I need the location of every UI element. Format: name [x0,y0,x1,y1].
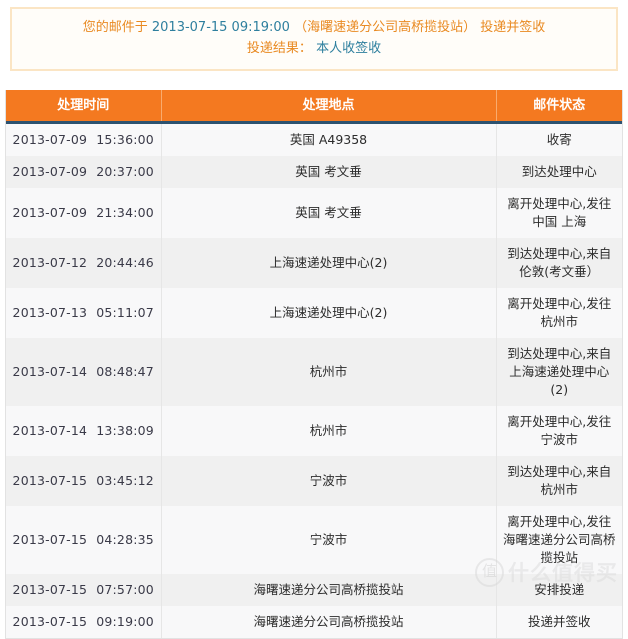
column-header-state: 邮件状态 [496,90,622,124]
notice-line-2: 投递结果： 本人收签收 [18,39,610,59]
notice-datetime: 2013-07-15 09:19:00 [151,20,290,35]
cell-mail-state: 到达处理中心,来自伦敦(考文垂） [496,238,622,288]
cell-date: 2013-07-14 [12,423,88,438]
cell-processing-place: 海曙速递分公司高桥揽投站 [161,606,497,638]
cell-processing-place: 上海速递处理中心(2) [161,288,497,338]
cell-date: 2013-07-09 [12,164,88,179]
cell-time: 20:44:46 [96,255,154,270]
tracking-table-container: 处理时间 处理地点 邮件状态 2013-07-09 15:36:00 英国 A493… [5,90,623,639]
cell-date: 2013-07-15 [12,614,88,629]
cell-processing-place: 英国 考文垂 [161,156,497,188]
cell-time: 04:28:35 [96,532,154,547]
table-row: 2013-07-15 07:57:00 海曙速递分公司高桥揽投站 安排投递 [6,574,622,606]
notice-location: （海曙速递分公司高桥揽投站） [294,20,477,35]
column-header-place: 处理地点 [161,90,497,124]
notice-result-value: 本人收签收 [316,41,382,56]
cell-date: 2013-07-12 [12,255,88,270]
cell-mail-state: 投递并签收 [496,606,622,638]
cell-processing-time: 2013-07-14 13:38:09 [6,406,162,456]
cell-processing-time: 2013-07-15 04:28:35 [6,506,162,574]
cell-time: 08:48:47 [96,364,154,379]
cell-mail-state: 到达处理中心 [496,156,622,188]
notice-result-label: 投递结果： [246,41,312,56]
table-row: 2013-07-09 21:34:00 英国 考文垂 离开处理中心,发往中国 上海 [6,188,622,238]
cell-time: 09:19:00 [96,614,154,629]
cell-date: 2013-07-15 [12,532,88,547]
table-row: 2013-07-13 05:11:07 上海速递处理中心(2) 离开处理中心,发往杭州… [6,288,622,338]
table-row: 2013-07-14 13:38:09 杭州市 离开处理中心,发往宁波市 [6,406,622,456]
table-row: 2013-07-09 20:37:00 英国 考文垂 到达处理中心 [6,156,622,188]
table-row: 2013-07-14 08:48:47 杭州市 到达处理中心,来自上海速递处理中心(2… [6,338,622,406]
table-row: 2013-07-15 04:28:35 宁波市 离开处理中心,发往海曙速递分公司高桥揽… [6,506,622,574]
cell-processing-time: 2013-07-14 08:48:47 [6,338,162,406]
table-header-row: 处理时间 处理地点 邮件状态 [6,90,622,124]
cell-time: 13:38:09 [96,423,154,438]
cell-processing-time: 2013-07-09 15:36:00 [6,122,162,156]
cell-processing-place: 宁波市 [161,506,497,574]
notice-suffix: 投递并签收 [480,20,546,35]
cell-processing-place: 宁波市 [161,456,497,506]
cell-date: 2013-07-09 [12,205,88,220]
column-header-time: 处理时间 [6,90,162,124]
cell-time: 15:36:00 [96,132,154,147]
notice-line-1: 您的邮件于 2013-07-15 09:19:00 （海曙速递分公司高桥揽投站）… [18,18,610,38]
cell-time: 20:37:00 [96,164,154,179]
cell-mail-state: 离开处理中心,发往中国 上海 [496,188,622,238]
cell-processing-time: 2013-07-15 03:45:12 [6,456,162,506]
cell-processing-place: 英国 A49358 [161,122,497,156]
cell-mail-state: 离开处理中心,发往宁波市 [496,406,622,456]
cell-processing-place: 英国 考文垂 [161,188,497,238]
delivery-notice-banner: 您的邮件于 2013-07-15 09:19:00 （海曙速递分公司高桥揽投站）… [10,7,618,71]
cell-processing-time: 2013-07-15 07:57:00 [6,574,162,606]
cell-date: 2013-07-09 [12,132,88,147]
table-row: 2013-07-09 15:36:00 英国 A49358 收寄 [6,122,622,156]
cell-mail-state: 到达处理中心,来自杭州市 [496,456,622,506]
cell-date: 2013-07-15 [12,473,88,488]
table-row: 2013-07-15 03:45:12 宁波市 到达处理中心,来自杭州市 [6,456,622,506]
cell-date: 2013-07-15 [12,582,88,597]
cell-date: 2013-07-13 [12,305,88,320]
cell-processing-place: 杭州市 [161,406,497,456]
cell-processing-time: 2013-07-15 09:19:00 [6,606,162,638]
cell-processing-time: 2013-07-13 05:11:07 [6,288,162,338]
cell-mail-state: 离开处理中心,发往杭州市 [496,288,622,338]
tracking-table-body: 2013-07-09 15:36:00 英国 A49358 收寄 2013-07-09 2… [6,122,622,638]
cell-date: 2013-07-14 [12,364,88,379]
cell-processing-place: 海曙速递分公司高桥揽投站 [161,574,497,606]
cell-processing-place: 杭州市 [161,338,497,406]
cell-processing-time: 2013-07-12 20:44:46 [6,238,162,288]
cell-mail-state: 收寄 [496,122,622,156]
cell-mail-state: 安排投递 [496,574,622,606]
cell-mail-state: 到达处理中心,来自上海速递处理中心(2) [496,338,622,406]
cell-time: 07:57:00 [96,582,154,597]
cell-time: 05:11:07 [96,305,154,320]
cell-processing-place: 上海速递处理中心(2) [161,238,497,288]
cell-time: 03:45:12 [96,473,154,488]
tracking-table-head: 处理时间 处理地点 邮件状态 [6,90,622,124]
notice-prefix: 您的邮件于 [82,20,148,35]
tracking-table: 处理时间 处理地点 邮件状态 2013-07-09 15:36:00 英国 A493… [6,90,622,638]
cell-mail-state: 离开处理中心,发往海曙速递分公司高桥揽投站 [496,506,622,574]
cell-processing-time: 2013-07-09 20:37:00 [6,156,162,188]
cell-time: 21:34:00 [96,205,154,220]
cell-processing-time: 2013-07-09 21:34:00 [6,188,162,238]
table-row: 2013-07-15 09:19:00 海曙速递分公司高桥揽投站 投递并签收 [6,606,622,638]
table-row: 2013-07-12 20:44:46 上海速递处理中心(2) 到达处理中心,来自伦敦… [6,238,622,288]
